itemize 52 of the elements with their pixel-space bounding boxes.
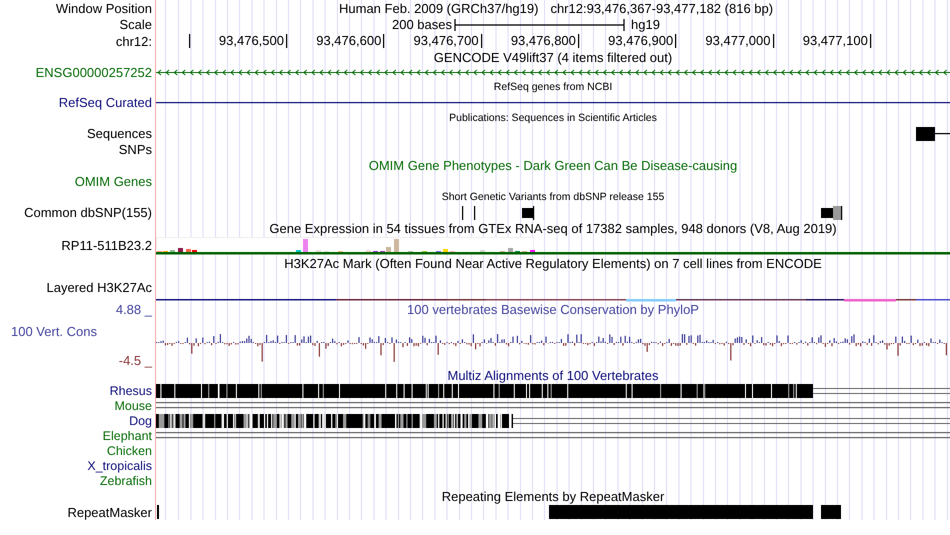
species-label[interactable]: Zebrafish	[100, 474, 152, 489]
species-label[interactable]: Elephant	[102, 429, 152, 444]
track-label[interactable]: RP11-511B23.2	[61, 238, 152, 254]
track-title: Repeating Elements by RepeatMasker	[442, 489, 664, 505]
ruler-tick	[480, 34, 483, 48]
scale-min-label: -4.5 _	[118, 353, 152, 368]
species-label[interactable]: Chicken	[106, 444, 152, 459]
ruler-label: 93,476,500	[218, 33, 284, 49]
ruler-label: 93,476,900	[608, 33, 674, 49]
track-label[interactable]: RepeatMasker	[67, 504, 152, 520]
species-label[interactable]: X_tropicalis	[87, 459, 152, 474]
scale-length: 200 bases	[392, 17, 452, 33]
row-label: Window Position	[56, 0, 152, 16]
species-label[interactable]: Mouse	[114, 399, 152, 414]
track-label[interactable]: 100 Vert. Cons	[11, 324, 97, 338]
track-title: Multiz Alignments of 100 Vertebrates	[447, 368, 658, 384]
row-label: chr12:	[116, 34, 152, 50]
publication-feature	[916, 127, 950, 141]
track-title: H3K27Ac Mark (Often Found Near Active Regulatory Elements) on 7 cell lines from ENCODE	[284, 256, 822, 272]
track-label[interactable]: RefSeq Curated	[58, 95, 152, 111]
ruler-tick	[383, 34, 386, 48]
track-title: GENCODE V49lift37 (4 items filtered out)	[434, 50, 672, 66]
track-label[interactable]: Common dbSNP(155)	[24, 205, 152, 221]
track-title: RefSeq genes from NCBI	[494, 81, 612, 94]
ruler-label: 93,476,800	[510, 33, 576, 49]
track-label[interactable]: ENSG00000257252	[36, 65, 152, 81]
track-title: Gene Expression in 54 tissues from GTEx RNA-seq of 17382 samples, 948 donors (V8, Aug 2019)	[269, 221, 837, 237]
scale-max-label: 4.88 _	[116, 302, 152, 317]
species-label[interactable]: Rhesus	[110, 384, 152, 399]
species-label[interactable]: Dog	[129, 414, 152, 429]
ruler-label: 93,477,100	[802, 33, 868, 49]
track-title: Short Genetic Variants from dbSNP release 155	[442, 191, 664, 204]
track-label[interactable]: OMIM Genes	[74, 174, 152, 190]
ruler-tick	[189, 34, 191, 48]
assembly-text: Human Feb. 2009 (GRCh37/hg19)	[339, 0, 538, 16]
position-range: chr12:93,476,367-93,477,182 (816 bp)	[550, 0, 774, 16]
ruler-tick	[870, 34, 872, 48]
ruler-tick	[675, 34, 678, 48]
track-label[interactable]: SNPs	[118, 142, 152, 158]
ruler-tick	[286, 34, 288, 48]
ruler-label: 93,476,700	[414, 33, 479, 49]
ruler-label: 93,477,000	[705, 33, 770, 49]
track-title: 100 vertebrates Basewise Conservation by PhyloP	[407, 302, 699, 318]
scale-assembly: hg19	[631, 17, 660, 33]
ruler-label: 93,476,600	[316, 33, 382, 49]
track-title: Publications: Sequences in Scientific Articles	[449, 112, 657, 125]
ruler-tick	[578, 34, 580, 48]
ruler-tick	[772, 34, 774, 48]
track-label[interactable]: Sequences	[86, 126, 152, 142]
track-label[interactable]: Layered H3K27Ac	[46, 280, 152, 296]
row-label: Scale	[119, 17, 152, 33]
track-title: OMIM Gene Phenotypes - Dark Green Can Be Disease-causing	[368, 158, 738, 174]
